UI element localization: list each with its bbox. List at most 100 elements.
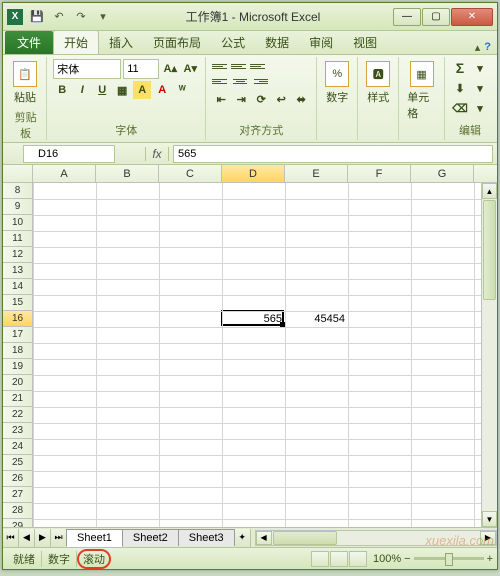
row-header-14[interactable]: 14 [3,279,33,295]
tab-home[interactable]: 开始 [53,30,99,54]
decrease-indent-icon[interactable]: ⇤ [212,90,230,108]
prev-sheet-icon[interactable]: ◀ [19,529,35,547]
maximize-button[interactable]: ▢ [422,8,450,26]
close-button[interactable]: ✕ [451,8,493,26]
row-header-26[interactable]: 26 [3,471,33,487]
zoom-out-icon[interactable]: − [404,553,410,565]
row-header-25[interactable]: 25 [3,455,33,471]
row-header-22[interactable]: 22 [3,407,33,423]
new-sheet-icon[interactable]: ✦ [235,529,251,547]
help-icon[interactable]: ? [484,41,491,54]
row-header-28[interactable]: 28 [3,503,33,519]
vertical-scrollbar[interactable]: ▲ ▼ [481,183,497,527]
autosum-dropdown-icon[interactable]: ▾ [471,59,489,77]
row-header-12[interactable]: 12 [3,247,33,263]
align-middle-icon[interactable] [231,59,249,73]
italic-button[interactable]: I [73,81,91,99]
zoom-slider[interactable] [414,557,484,560]
save-icon[interactable]: 💾 [27,7,47,27]
col-header-D[interactable]: D [222,165,285,182]
cell-E16[interactable]: 45454 [285,311,348,327]
paste-button[interactable]: 📋 粘贴 [11,59,39,107]
row-header-11[interactable]: 11 [3,231,33,247]
cell-D16[interactable]: 565 [222,311,285,327]
tab-layout[interactable]: 页面布局 [143,31,211,54]
redo-icon[interactable]: ↷ [71,7,91,27]
row-header-19[interactable]: 19 [3,359,33,375]
font-color-icon[interactable]: A [153,81,171,99]
fx-icon[interactable]: fx [145,147,169,161]
col-header-E[interactable]: E [285,165,348,182]
row-header-15[interactable]: 15 [3,295,33,311]
underline-button[interactable]: U [93,81,111,99]
qat-dropdown-icon[interactable]: ▾ [93,7,113,27]
minimize-button[interactable]: — [393,8,421,26]
zoom-in-icon[interactable]: + [487,553,493,565]
col-header-A[interactable]: A [33,165,96,182]
styles-button[interactable]: 🅰 样式 [364,59,392,107]
zoom-level[interactable]: 100% [373,553,401,565]
sheet-tab-1[interactable]: Sheet1 [66,529,123,547]
select-all-corner[interactable] [3,165,33,182]
grow-font-icon[interactable]: A▴ [161,59,179,77]
page-break-view-icon[interactable] [349,551,367,567]
row-header-29[interactable]: 29 [3,519,33,527]
cell-grid[interactable]: 565 45454 [33,183,497,527]
col-header-F[interactable]: F [348,165,411,182]
row-header-23[interactable]: 23 [3,423,33,439]
sheet-tab-3[interactable]: Sheet3 [178,529,235,546]
align-left-icon[interactable] [212,74,230,88]
fill-icon[interactable]: ⬇ [451,79,469,97]
tab-view[interactable]: 视图 [343,31,387,54]
align-center-icon[interactable] [231,74,249,88]
first-sheet-icon[interactable]: ⏮ [3,529,19,547]
border-icon[interactable]: ▦ [113,81,131,99]
scroll-down-icon[interactable]: ▼ [482,511,497,527]
scroll-up-icon[interactable]: ▲ [482,183,497,199]
tab-data[interactable]: 数据 [255,31,299,54]
clear-dropdown-icon[interactable]: ▾ [471,99,489,117]
col-header-G[interactable]: G [411,165,474,182]
vscroll-thumb[interactable] [483,200,496,300]
file-tab[interactable]: 文件 [5,31,53,54]
orientation-icon[interactable]: ⟳ [252,90,270,108]
name-box[interactable]: D16 [23,145,115,163]
clear-icon[interactable]: ⌫ [451,99,469,117]
fill-color-icon[interactable]: A [133,81,151,99]
align-bottom-icon[interactable] [250,59,268,73]
minimize-ribbon-icon[interactable]: ▴ [475,41,481,54]
row-header-21[interactable]: 21 [3,391,33,407]
bold-button[interactable]: B [53,81,71,99]
font-name-combo[interactable]: 宋体 [53,59,121,79]
align-top-icon[interactable] [212,59,230,73]
tab-insert[interactable]: 插入 [99,31,143,54]
hscroll-thumb[interactable] [273,531,337,545]
col-header-C[interactable]: C [159,165,222,182]
row-header-9[interactable]: 9 [3,199,33,215]
row-header-10[interactable]: 10 [3,215,33,231]
autosum-icon[interactable]: Σ [451,59,469,77]
cells-button[interactable]: ▦ 单元格 [405,59,438,123]
tab-formulas[interactable]: 公式 [211,31,255,54]
row-header-13[interactable]: 13 [3,263,33,279]
formula-bar[interactable]: 565 [173,145,493,163]
row-header-17[interactable]: 17 [3,327,33,343]
font-size-combo[interactable]: 11 [123,59,159,79]
row-header-27[interactable]: 27 [3,487,33,503]
fill-dropdown-icon[interactable]: ▾ [471,79,489,97]
merge-icon[interactable]: ⬌ [292,90,310,108]
last-sheet-icon[interactable]: ⏭ [51,529,67,547]
increase-indent-icon[interactable]: ⇥ [232,90,250,108]
shrink-font-icon[interactable]: A▾ [181,59,199,77]
col-header-B[interactable]: B [96,165,159,182]
horizontal-scrollbar[interactable]: ◀ ▶ [255,530,497,546]
row-header-8[interactable]: 8 [3,183,33,199]
scroll-right-icon[interactable]: ▶ [480,531,496,545]
row-header-18[interactable]: 18 [3,343,33,359]
phonetic-icon[interactable]: ᵂ [173,81,191,99]
undo-icon[interactable]: ↶ [49,7,69,27]
align-right-icon[interactable] [250,74,268,88]
next-sheet-icon[interactable]: ▶ [35,529,51,547]
tab-review[interactable]: 审阅 [299,31,343,54]
row-header-16[interactable]: 16 [3,311,33,327]
